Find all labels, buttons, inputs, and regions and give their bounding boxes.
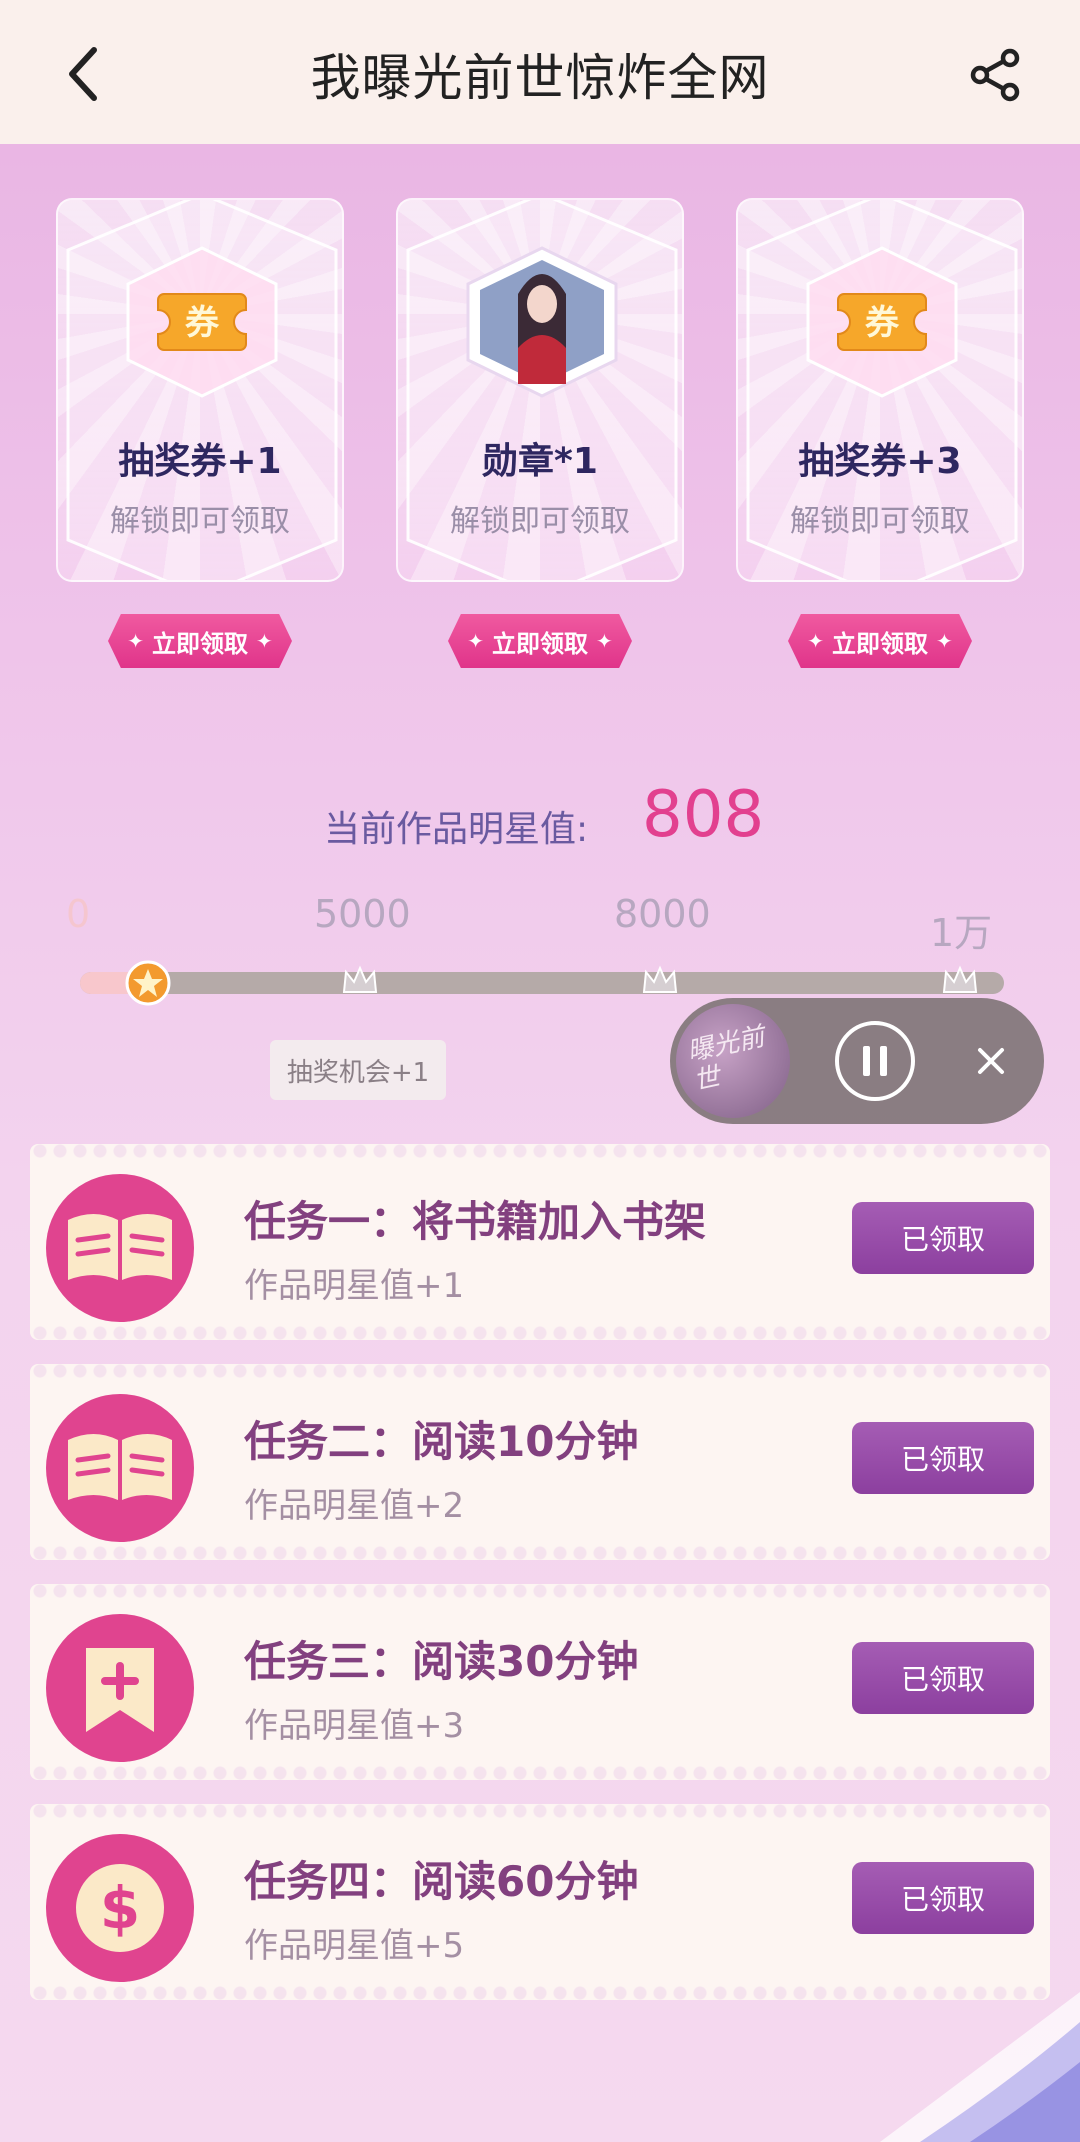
claim-now-button[interactable]: ✦ 立即领取 ✦ — [448, 614, 632, 668]
sparkle-icon: ✦ — [596, 629, 613, 653]
portrait-medal-icon — [462, 244, 622, 400]
task-title: 任务二：阅读10分钟 — [244, 1417, 639, 1466]
task-claimed-button[interactable]: 已领取 — [852, 1422, 1034, 1494]
close-icon[interactable] — [970, 1040, 1012, 1082]
sparkle-icon: ✦ — [256, 629, 273, 653]
task-claimed-button[interactable]: 已领取 — [852, 1202, 1034, 1274]
crown-milestone-icon — [942, 965, 978, 993]
star-progress-track — [80, 972, 1004, 994]
share-icon[interactable] — [968, 48, 1022, 102]
milestone-label: 8000 — [614, 892, 711, 936]
reward-card-medal: 勋章*1 解锁即可领取 — [396, 198, 684, 582]
claim-now-button[interactable]: ✦ 立即领取 ✦ — [788, 614, 972, 668]
sparkle-icon: ✦ — [936, 629, 953, 653]
sparkle-icon: ✦ — [127, 629, 144, 653]
open-book-icon — [46, 1174, 194, 1322]
star-knob-icon — [125, 960, 171, 1006]
dollar-coin-icon: $ — [46, 1834, 194, 1982]
star-value: 808 — [642, 778, 765, 852]
floating-audio-player[interactable]: 曝光前世 — [670, 998, 1044, 1124]
milestone-tooltip: 抽奖机会+1 — [270, 1040, 446, 1100]
reward-subtitle: 解锁即可领取 — [110, 504, 290, 539]
milestone-label: 0 — [66, 892, 91, 936]
top-bar: 我曝光前世惊炸全网 — [0, 0, 1080, 144]
task-claimed-button[interactable]: 已领取 — [852, 1862, 1034, 1934]
open-book-icon — [46, 1394, 194, 1542]
claim-now-button[interactable]: ✦ 立即领取 ✦ — [108, 614, 292, 668]
star-value-label: 当前作品明星值: — [324, 809, 589, 850]
page-title: 我曝光前世惊炸全网 — [310, 49, 770, 107]
ticket-icon-text: 券 — [185, 303, 220, 343]
reward-title: 抽奖券+3 — [798, 441, 962, 482]
ticket-icon: 券 — [802, 244, 962, 400]
task-reward: 作品明星值+3 — [244, 1706, 465, 1746]
reward-subtitle: 解锁即可领取 — [790, 504, 970, 539]
reward-title: 勋章*1 — [482, 441, 598, 482]
reward-subtitle: 解锁即可领取 — [450, 504, 630, 539]
ticket-icon-text: 券 — [865, 303, 900, 343]
audio-cover-image[interactable]: 曝光前世 — [676, 1004, 790, 1118]
task-title: 任务四：阅读60分钟 — [244, 1857, 639, 1906]
task-item: 任务三：阅读30分钟 作品明星值+3 已领取 — [30, 1584, 1050, 1780]
bookmark-plus-icon — [46, 1614, 194, 1762]
corner-wave-decoration — [880, 1992, 1080, 2142]
task-item: $ 任务四：阅读60分钟 作品明星值+5 已领取 — [30, 1804, 1050, 2000]
milestone-label: 5000 — [314, 892, 411, 936]
task-reward: 作品明星值+2 — [244, 1486, 465, 1526]
sparkle-icon: ✦ — [467, 629, 484, 653]
task-claimed-button[interactable]: 已领取 — [852, 1642, 1034, 1714]
reward-card-ticket-3: 券 抽奖券+3 解锁即可领取 — [736, 198, 1024, 582]
task-reward: 作品明星值+1 — [244, 1266, 465, 1306]
milestone-label: 1万 — [930, 911, 993, 955]
pause-icon[interactable] — [834, 1020, 916, 1102]
reward-title: 抽奖券+1 — [118, 441, 282, 482]
task-item: 任务一：将书籍加入书架 作品明星值+1 已领取 — [30, 1144, 1050, 1340]
reward-card-ticket-1: 券 抽奖券+1 解锁即可领取 — [56, 198, 344, 582]
ticket-icon: 券 — [122, 244, 282, 400]
task-item: 任务二：阅读10分钟 作品明星值+2 已领取 — [30, 1364, 1050, 1560]
svg-text:$: $ — [100, 1874, 140, 1942]
crown-milestone-icon — [642, 965, 678, 993]
sparkle-icon: ✦ — [807, 629, 824, 653]
crown-milestone-icon — [342, 965, 378, 993]
task-reward: 作品明星值+5 — [244, 1926, 465, 1966]
task-title: 任务一：将书籍加入书架 — [244, 1197, 707, 1246]
task-title: 任务三：阅读30分钟 — [244, 1637, 639, 1686]
